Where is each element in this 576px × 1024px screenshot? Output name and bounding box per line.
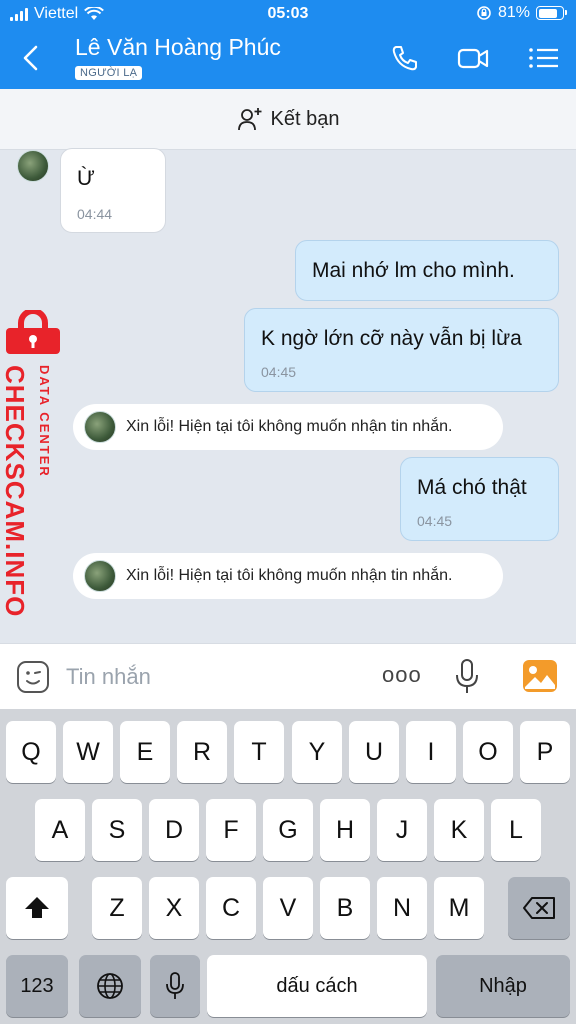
stranger-badge: NGƯỜI LẠ: [75, 66, 143, 80]
backspace-key[interactable]: [508, 877, 570, 939]
key-l[interactable]: L: [491, 799, 541, 861]
key-b[interactable]: B: [320, 877, 370, 939]
shift-icon: [25, 897, 49, 918]
contact-avatar[interactable]: [17, 150, 49, 182]
rotation-lock-icon: [477, 6, 491, 20]
status-bar: Viettel 05:03 81%: [0, 0, 576, 30]
add-friend-bar[interactable]: Kết bạn: [0, 89, 576, 150]
key-h[interactable]: H: [320, 799, 370, 861]
key-w[interactable]: W: [63, 721, 113, 783]
message-text: Mai nhớ lm cho mình.: [312, 259, 515, 282]
numbers-key[interactable]: 123: [6, 955, 68, 1017]
watermark-brand: CHECKSCAM.INFO: [0, 365, 30, 618]
dictation-key[interactable]: [150, 955, 200, 1017]
key-k[interactable]: K: [434, 799, 484, 861]
add-friend-label: Kết bạn: [270, 107, 340, 130]
add-friend-icon: [237, 108, 262, 131]
key-t[interactable]: T: [234, 721, 284, 783]
system-notice-text: Xin lỗi! Hiện tại tôi không muốn nhận ti…: [126, 418, 453, 435]
contact-avatar: [84, 560, 116, 592]
message-bubble-incoming[interactable]: Ừ 04:44: [60, 148, 166, 233]
image-icon[interactable]: [522, 659, 558, 693]
key-n[interactable]: N: [377, 877, 427, 939]
battery-percent: 81%: [497, 4, 530, 21]
globe-key[interactable]: [79, 955, 141, 1017]
microphone-icon[interactable]: [454, 658, 480, 696]
message-time: 04:44: [77, 206, 113, 222]
battery-icon: [536, 6, 567, 20]
key-s[interactable]: S: [92, 799, 142, 861]
key-u[interactable]: U: [349, 721, 399, 783]
video-call-icon[interactable]: [456, 42, 490, 74]
key-a[interactable]: A: [35, 799, 85, 861]
key-x[interactable]: X: [149, 877, 199, 939]
message-time: 04:45: [261, 364, 297, 380]
key-o[interactable]: O: [463, 721, 513, 783]
chat-header: Viettel 05:03 81% Lê Văn Hoàng Phúc NGƯỜ…: [0, 0, 576, 89]
menu-icon[interactable]: [527, 42, 561, 74]
space-key[interactable]: dấu cách: [207, 955, 427, 1017]
key-f[interactable]: F: [206, 799, 256, 861]
key-c[interactable]: C: [206, 877, 256, 939]
keyboard: Q W E R T Y U I O P A S D F G H J K L Z …: [0, 709, 576, 1024]
globe-icon: [97, 973, 123, 999]
key-g[interactable]: G: [263, 799, 313, 861]
sticker-icon[interactable]: [16, 660, 50, 694]
key-p[interactable]: P: [520, 721, 570, 783]
message-text: Ừ: [77, 167, 95, 190]
message-input[interactable]: Tin nhắn: [66, 664, 151, 690]
backspace-icon: [523, 897, 555, 919]
message-bubble-outgoing[interactable]: Má chó thật 04:45: [400, 457, 559, 541]
microphone-icon: [166, 972, 184, 999]
key-r[interactable]: R: [177, 721, 227, 783]
phone-call-icon[interactable]: [388, 42, 422, 74]
key-e[interactable]: E: [120, 721, 170, 783]
system-notice-text: Xin lỗi! Hiện tại tôi không muốn nhận ti…: [126, 567, 453, 584]
key-v[interactable]: V: [263, 877, 313, 939]
key-q[interactable]: Q: [6, 721, 56, 783]
system-notice: Xin lỗi! Hiện tại tôi không muốn nhận ti…: [73, 553, 503, 599]
lock-logo-icon: [6, 310, 60, 354]
key-z[interactable]: Z: [92, 877, 142, 939]
shift-key[interactable]: [6, 877, 68, 939]
system-notice: Xin lỗi! Hiện tại tôi không muốn nhận ti…: [73, 404, 503, 450]
key-d[interactable]: D: [149, 799, 199, 861]
return-key[interactable]: Nhập: [436, 955, 570, 1017]
back-arrow-icon[interactable]: [16, 42, 44, 74]
message-composer: Tin nhắn ooo: [0, 643, 576, 709]
message-bubble-outgoing[interactable]: K ngờ lớn cỡ này vẫn bị lừa 04:45: [244, 308, 559, 392]
message-text: Má chó thật: [417, 476, 527, 499]
contact-avatar: [84, 411, 116, 443]
message-bubble-outgoing[interactable]: Mai nhớ lm cho mình.: [295, 240, 559, 301]
key-m[interactable]: M: [434, 877, 484, 939]
contact-name[interactable]: Lê Văn Hoàng Phúc: [75, 34, 281, 61]
key-i[interactable]: I: [406, 721, 456, 783]
key-y[interactable]: Y: [292, 721, 342, 783]
message-text: K ngờ lớn cỡ này vẫn bị lừa: [261, 327, 522, 350]
more-options-icon[interactable]: ooo: [382, 662, 422, 688]
watermark-sub: DATA CENTER: [37, 365, 52, 478]
key-j[interactable]: J: [377, 799, 427, 861]
message-time: 04:45: [417, 513, 453, 529]
